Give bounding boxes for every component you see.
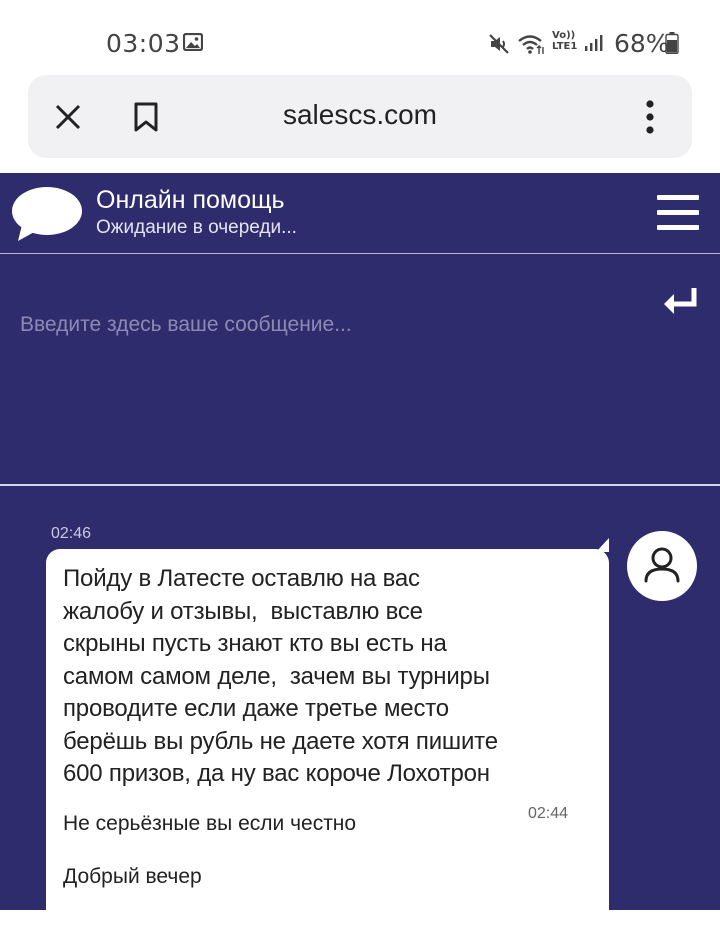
- message-line: Пойду в Латесте оставлю на вас: [63, 565, 420, 592]
- chat-widget: Онлайн помощь Ожидание в очереди... 02:4…: [0, 173, 720, 929]
- signal-icon: [585, 35, 603, 51]
- enter-icon[interactable]: [660, 284, 700, 320]
- hamburger-line: [657, 225, 699, 230]
- message-line: самом самом деле, зачем вы турниры: [63, 662, 490, 690]
- message-input-area: [0, 254, 720, 484]
- status-bar: 03:03 Vo)) LTE1 68%: [0, 0, 720, 75]
- user-icon: [644, 547, 680, 583]
- volte-icon: Vo)) LTE1: [552, 30, 577, 52]
- message-text-greeting: Добрый вечер: [63, 865, 202, 888]
- avatar: [627, 531, 697, 601]
- message-text-secondary: Не серьёзные вы если честно: [63, 812, 357, 835]
- hamburger-line: [657, 210, 699, 215]
- wifi-icon: [518, 35, 544, 54]
- url-text[interactable]: salescs.com: [28, 99, 692, 131]
- chat-title: Онлайн помощь: [96, 186, 285, 214]
- message-line: проводите если даже третье место: [63, 695, 449, 722]
- input-divider: [0, 484, 720, 486]
- message-line: 600 призов, да ну вас короче Лохотрон: [63, 760, 490, 787]
- message-text: Пойду в Латесте оставлю на вас жалобу и …: [63, 563, 583, 791]
- hamburger-icon[interactable]: [657, 195, 699, 231]
- message-time-secondary: 02:44: [528, 805, 569, 822]
- volte-label-bottom: LTE1: [552, 41, 578, 52]
- message-time: 02:46: [51, 525, 92, 542]
- chat-header: Онлайн помощь Ожидание в очереди...: [0, 173, 720, 253]
- gallery-icon: [183, 33, 203, 51]
- more-vert-icon[interactable]: [636, 97, 664, 137]
- message-input[interactable]: [18, 304, 642, 346]
- status-time: 03:03: [106, 29, 181, 58]
- battery-percent: 68%: [614, 29, 670, 58]
- message-line: скрыны пусть знают кто вы есть на: [63, 630, 447, 657]
- battery-icon: [665, 32, 679, 54]
- chat-status: Ожидание в очереди...: [96, 217, 297, 238]
- message-bubble: Пойду в Латесте оставлю на вас жалобу и …: [46, 549, 609, 929]
- hamburger-line: [657, 195, 699, 200]
- message-line: берёшь вы рубль не даете хотя пишите: [63, 727, 498, 755]
- volte-label-top: Vo)): [552, 30, 576, 41]
- mute-icon: [489, 34, 509, 54]
- message-line: жалобу и отзывы, выставлю все: [63, 597, 423, 625]
- url-bar: salescs.com: [28, 75, 692, 158]
- chat-bubble-icon: [12, 187, 82, 241]
